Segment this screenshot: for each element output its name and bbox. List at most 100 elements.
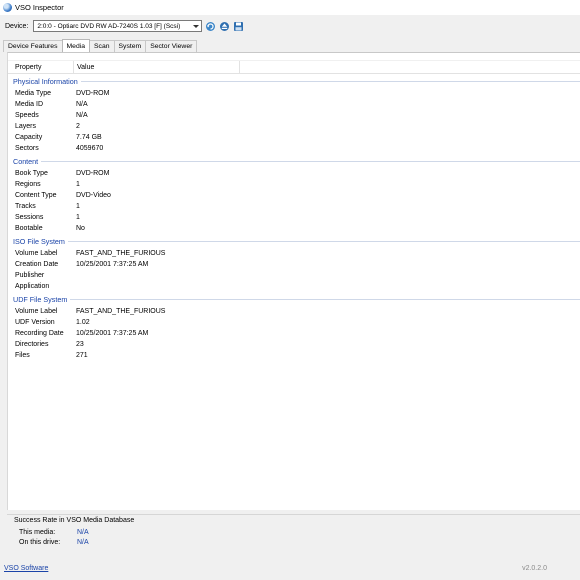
property-value: DVD-ROM <box>76 170 110 177</box>
tab-device-features[interactable]: Device Features <box>3 40 63 52</box>
property-label: Files <box>15 352 30 359</box>
column-header-property[interactable]: Property <box>8 61 74 73</box>
property-value: 1 <box>76 203 80 210</box>
property-value: 271 <box>76 352 88 359</box>
this-media-label: This media: <box>19 529 56 536</box>
tab-scan[interactable]: Scan <box>89 40 115 52</box>
group-title: Physical Information <box>13 76 78 86</box>
this-media-row: This media: N/A <box>19 529 219 536</box>
property-label: Media Type <box>15 90 52 97</box>
property-label: Speeds <box>15 112 39 119</box>
chevron-down-icon[interactable] <box>193 24 200 28</box>
group-udf-file-system[interactable]: UDF File System <box>13 294 580 304</box>
list-row[interactable]: Speeds N/A <box>15 110 575 121</box>
property-value: N/A <box>76 101 88 108</box>
property-value: 4059670 <box>76 145 104 152</box>
this-drive-row: On this drive: N/A <box>19 539 219 546</box>
eject-icon[interactable] <box>219 21 230 32</box>
property-label: Recording Date <box>15 330 64 337</box>
device-bar: Device: 2:0:0 - Optiarc DVD RW AD-7240S … <box>0 15 580 37</box>
property-label: Directories <box>15 341 49 348</box>
property-label: Capacity <box>15 134 43 141</box>
success-rate-title: Success Rate in VSO Media Database <box>14 517 135 524</box>
property-label: Application <box>15 283 50 290</box>
list-row[interactable]: Book Type DVD-ROM <box>15 168 575 179</box>
list-row[interactable]: Layers 2 <box>15 121 575 132</box>
refresh-icon[interactable] <box>205 21 216 32</box>
list-row[interactable]: Media ID N/A <box>15 99 575 110</box>
group-title: Content <box>13 156 39 166</box>
property-label: Creation Date <box>15 261 59 268</box>
property-value: 1.02 <box>76 319 90 326</box>
list-row[interactable]: Regions 1 <box>15 179 575 190</box>
app-icon <box>3 3 12 12</box>
property-label: Book Type <box>15 170 48 177</box>
group-iso-file-system[interactable]: ISO File System <box>13 236 580 246</box>
list-row[interactable]: Files 271 <box>15 350 575 361</box>
this-drive-value: N/A <box>77 539 89 546</box>
property-value: DVD-ROM <box>76 90 110 97</box>
property-value: 1 <box>76 214 80 221</box>
property-label: Tracks <box>15 203 36 210</box>
list-row[interactable]: Publisher <box>15 270 575 281</box>
list-row[interactable]: Media Type DVD-ROM <box>15 88 575 99</box>
property-value: 2 <box>76 123 80 130</box>
list-row[interactable]: Directories 23 <box>15 339 575 350</box>
group-title: UDF File System <box>13 294 68 304</box>
list-header: Property Value <box>8 60 580 74</box>
tab-system[interactable]: System <box>113 40 147 52</box>
tab-media[interactable]: Media <box>61 39 91 52</box>
property-label: Sectors <box>15 145 39 152</box>
this-media-value: N/A <box>77 529 89 536</box>
property-value: 7.74 GB <box>76 134 102 141</box>
property-label: Regions <box>15 181 41 188</box>
list-row[interactable]: Sessions 1 <box>15 212 575 223</box>
success-rate-panel: Success Rate in VSO Media Database This … <box>7 514 580 552</box>
property-value: 1 <box>76 181 80 188</box>
list-row[interactable]: Volume Label FAST_AND_THE_FURIOUS <box>15 248 575 259</box>
list-row[interactable]: Sectors 4059670 <box>15 143 575 154</box>
device-select-value: 2:0:0 - Optiarc DVD RW AD-7240S 1.03 [F]… <box>37 22 181 30</box>
save-icon[interactable] <box>233 21 244 32</box>
window-title: VSO Inspector <box>15 3 64 12</box>
property-value: 10/25/2001 7:37:25 AM <box>76 261 149 268</box>
version-label: v2.0.2.0 <box>522 565 547 572</box>
device-label: Device: <box>5 22 29 30</box>
property-label: Sessions <box>15 214 44 221</box>
list-row[interactable]: Content Type DVD-Video <box>15 190 575 201</box>
column-header-value[interactable]: Value <box>74 61 240 73</box>
property-value: No <box>76 225 85 232</box>
property-label: Layers <box>15 123 37 130</box>
list-row[interactable]: Tracks 1 <box>15 201 575 212</box>
list-row[interactable]: Capacity 7.74 GB <box>15 132 575 143</box>
media-panel: Property Value Physical Information Medi… <box>7 52 580 510</box>
list-row[interactable]: Bootable No <box>15 223 575 234</box>
property-value: 10/25/2001 7:37:25 AM <box>76 330 149 337</box>
property-label: Content Type <box>15 192 57 199</box>
group-physical-information[interactable]: Physical Information <box>13 76 580 86</box>
property-value: N/A <box>76 112 88 119</box>
property-label: Volume Label <box>15 250 58 257</box>
property-label: UDF Version <box>15 319 55 326</box>
property-value: FAST_AND_THE_FURIOUS <box>76 308 166 315</box>
property-value: DVD-Video <box>76 192 111 199</box>
property-value: 23 <box>76 341 84 348</box>
list-row[interactable]: Creation Date 10/25/2001 7:37:25 AM <box>15 259 575 270</box>
list-row[interactable]: UDF Version 1.02 <box>15 317 575 328</box>
property-label: Media ID <box>15 101 44 108</box>
group-content[interactable]: Content <box>13 156 580 166</box>
tab-sector-viewer[interactable]: Sector Viewer <box>145 40 198 52</box>
vso-software-link[interactable]: VSO Software <box>4 565 48 572</box>
property-label: Bootable <box>15 225 43 232</box>
list-row[interactable]: Volume Label FAST_AND_THE_FURIOUS <box>15 306 575 317</box>
group-title: ISO File System <box>13 236 65 246</box>
this-drive-label: On this drive: <box>19 539 61 546</box>
device-select[interactable]: 2:0:0 - Optiarc DVD RW AD-7240S 1.03 [F]… <box>33 20 203 32</box>
property-value: FAST_AND_THE_FURIOUS <box>76 250 166 257</box>
property-label: Publisher <box>15 272 45 279</box>
list-row[interactable]: Application <box>15 281 575 292</box>
tab-strip: Device Features Media Scan System Sector… <box>3 39 198 52</box>
title-bar: VSO Inspector <box>0 0 580 15</box>
property-label: Volume Label <box>15 308 58 315</box>
list-row[interactable]: Recording Date 10/25/2001 7:37:25 AM <box>15 328 575 339</box>
